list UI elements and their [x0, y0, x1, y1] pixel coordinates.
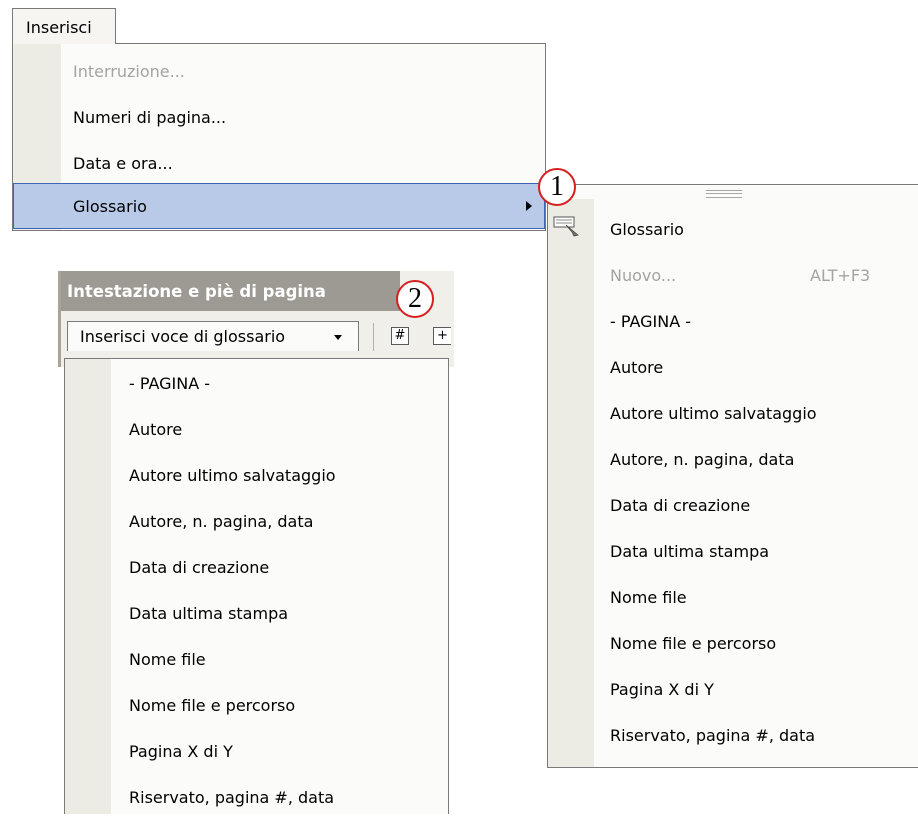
list-item-autore-ultimo-salvataggio[interactable]: Autore ultimo salvataggio: [65, 451, 448, 497]
list-item-pagina-x-di-y[interactable]: Pagina X di Y: [65, 727, 448, 773]
list-item-autore-n-pagina-data[interactable]: Autore, n. pagina, data: [65, 497, 448, 543]
submenu-item-autore-n-pagina-data[interactable]: Autore, n. pagina, data: [548, 437, 918, 483]
callout-2: 2: [396, 280, 434, 318]
menu-item-label: Data e ora...: [73, 154, 173, 173]
list-item-autore[interactable]: Autore: [65, 405, 448, 451]
list-item-label: - PAGINA -: [129, 374, 211, 393]
list-item-label: Data ultima stampa: [129, 604, 289, 623]
submenu-item-label: Autore, n. pagina, data: [610, 450, 795, 469]
submenu-item-pagina[interactable]: - PAGINA -: [548, 299, 918, 345]
list-item-nome-file[interactable]: Nome file: [65, 635, 448, 681]
submenu-item-glossario[interactable]: Glossario: [548, 207, 918, 253]
submenu-item-autore-ultimo-salvataggio[interactable]: Autore ultimo salvataggio: [548, 391, 918, 437]
submenu-arrow-icon: [526, 201, 532, 211]
autotext-dropdown-list: - PAGINA - Autore Autore ultimo salvatag…: [64, 358, 449, 814]
submenu-item-label: Nome file e percorso: [610, 634, 777, 653]
list-item-label: Autore, n. pagina, data: [129, 512, 314, 531]
shortcut-label: ALT+F3: [810, 266, 871, 285]
header-footer-toolbar: Intestazione e piè di pagina Inserisci v…: [58, 271, 454, 367]
submenu-item-pagina-x-di-y[interactable]: Pagina X di Y: [548, 667, 918, 713]
submenu-item-nuovo[interactable]: Nuovo... ALT+F3: [548, 253, 918, 299]
insert-page-number-icon[interactable]: #: [391, 327, 409, 345]
submenu-item-label: - PAGINA -: [610, 312, 692, 331]
list-item-nome-file-e-percorso[interactable]: Nome file e percorso: [65, 681, 448, 727]
list-item-label: Nome file: [129, 650, 206, 669]
list-item-riservato[interactable]: Riservato, pagina #, data: [65, 773, 448, 819]
submenu-drag-handle[interactable]: [706, 190, 742, 198]
insert-menu-dropdown: Interruzione... Numeri di pagina... Data…: [12, 43, 546, 231]
list-item-label: Autore ultimo salvataggio: [129, 466, 336, 485]
submenu-item-label: Riservato, pagina #, data: [610, 726, 816, 745]
menu-item-label: Glossario: [73, 197, 147, 216]
insert-number-of-pages-icon[interactable]: +: [433, 327, 451, 345]
menu-item-data-e-ora[interactable]: Data e ora...: [13, 140, 545, 186]
insert-autotext-button[interactable]: Inserisci voce di glossario: [67, 321, 359, 351]
submenu-item-label: Nuovo...: [610, 266, 677, 285]
menu-item-glossario[interactable]: Glossario: [13, 183, 545, 229]
menu-item-label: Numeri di pagina...: [73, 108, 227, 127]
submenu-item-nome-file[interactable]: Nome file: [548, 575, 918, 621]
glossary-submenu: Glossario Nuovo... ALT+F3 - PAGINA - Aut…: [547, 184, 918, 768]
submenu-item-label: Autore ultimo salvataggio: [610, 404, 817, 423]
menu-item-label: Interruzione...: [73, 62, 185, 81]
list-item-label: Pagina X di Y: [129, 742, 233, 761]
submenu-item-label: Data di creazione: [610, 496, 751, 515]
submenu-item-label: Data ultima stampa: [610, 542, 770, 561]
callout-1: 1: [538, 168, 576, 206]
list-item-label: Data di creazione: [129, 558, 270, 577]
toolbar-title: Intestazione e piè di pagina: [67, 282, 326, 301]
submenu-item-label: Pagina X di Y: [610, 680, 714, 699]
submenu-item-label: Glossario: [610, 220, 684, 239]
insert-autotext-label: Inserisci voce di glossario: [80, 327, 286, 346]
menu-item-interruzione[interactable]: Interruzione...: [13, 48, 545, 94]
list-item-data-di-creazione[interactable]: Data di creazione: [65, 543, 448, 589]
dropdown-arrow-icon: [334, 335, 342, 340]
submenu-item-autore[interactable]: Autore: [548, 345, 918, 391]
list-item-label: Nome file e percorso: [129, 696, 296, 715]
menu-inserisci-label: Inserisci: [26, 18, 92, 37]
submenu-item-nome-file-e-percorso[interactable]: Nome file e percorso: [548, 621, 918, 667]
submenu-item-data-ultima-stampa[interactable]: Data ultima stampa: [548, 529, 918, 575]
list-item-pagina[interactable]: - PAGINA -: [65, 359, 448, 405]
submenu-item-label: Autore: [610, 358, 664, 377]
toolbar-separator: [373, 323, 374, 351]
submenu-item-riservato[interactable]: Riservato, pagina #, data: [548, 713, 918, 759]
submenu-item-label: Nome file: [610, 588, 687, 607]
submenu-item-data-di-creazione[interactable]: Data di creazione: [548, 483, 918, 529]
toolbar-title-bar[interactable]: Intestazione e piè di pagina: [61, 271, 400, 311]
list-item-label: Autore: [129, 420, 183, 439]
menu-inserisci[interactable]: Inserisci: [12, 8, 116, 44]
list-item-label: Riservato, pagina #, data: [129, 788, 335, 807]
list-item-data-ultima-stampa[interactable]: Data ultima stampa: [65, 589, 448, 635]
menu-item-numeri-di-pagina[interactable]: Numeri di pagina...: [13, 94, 545, 140]
